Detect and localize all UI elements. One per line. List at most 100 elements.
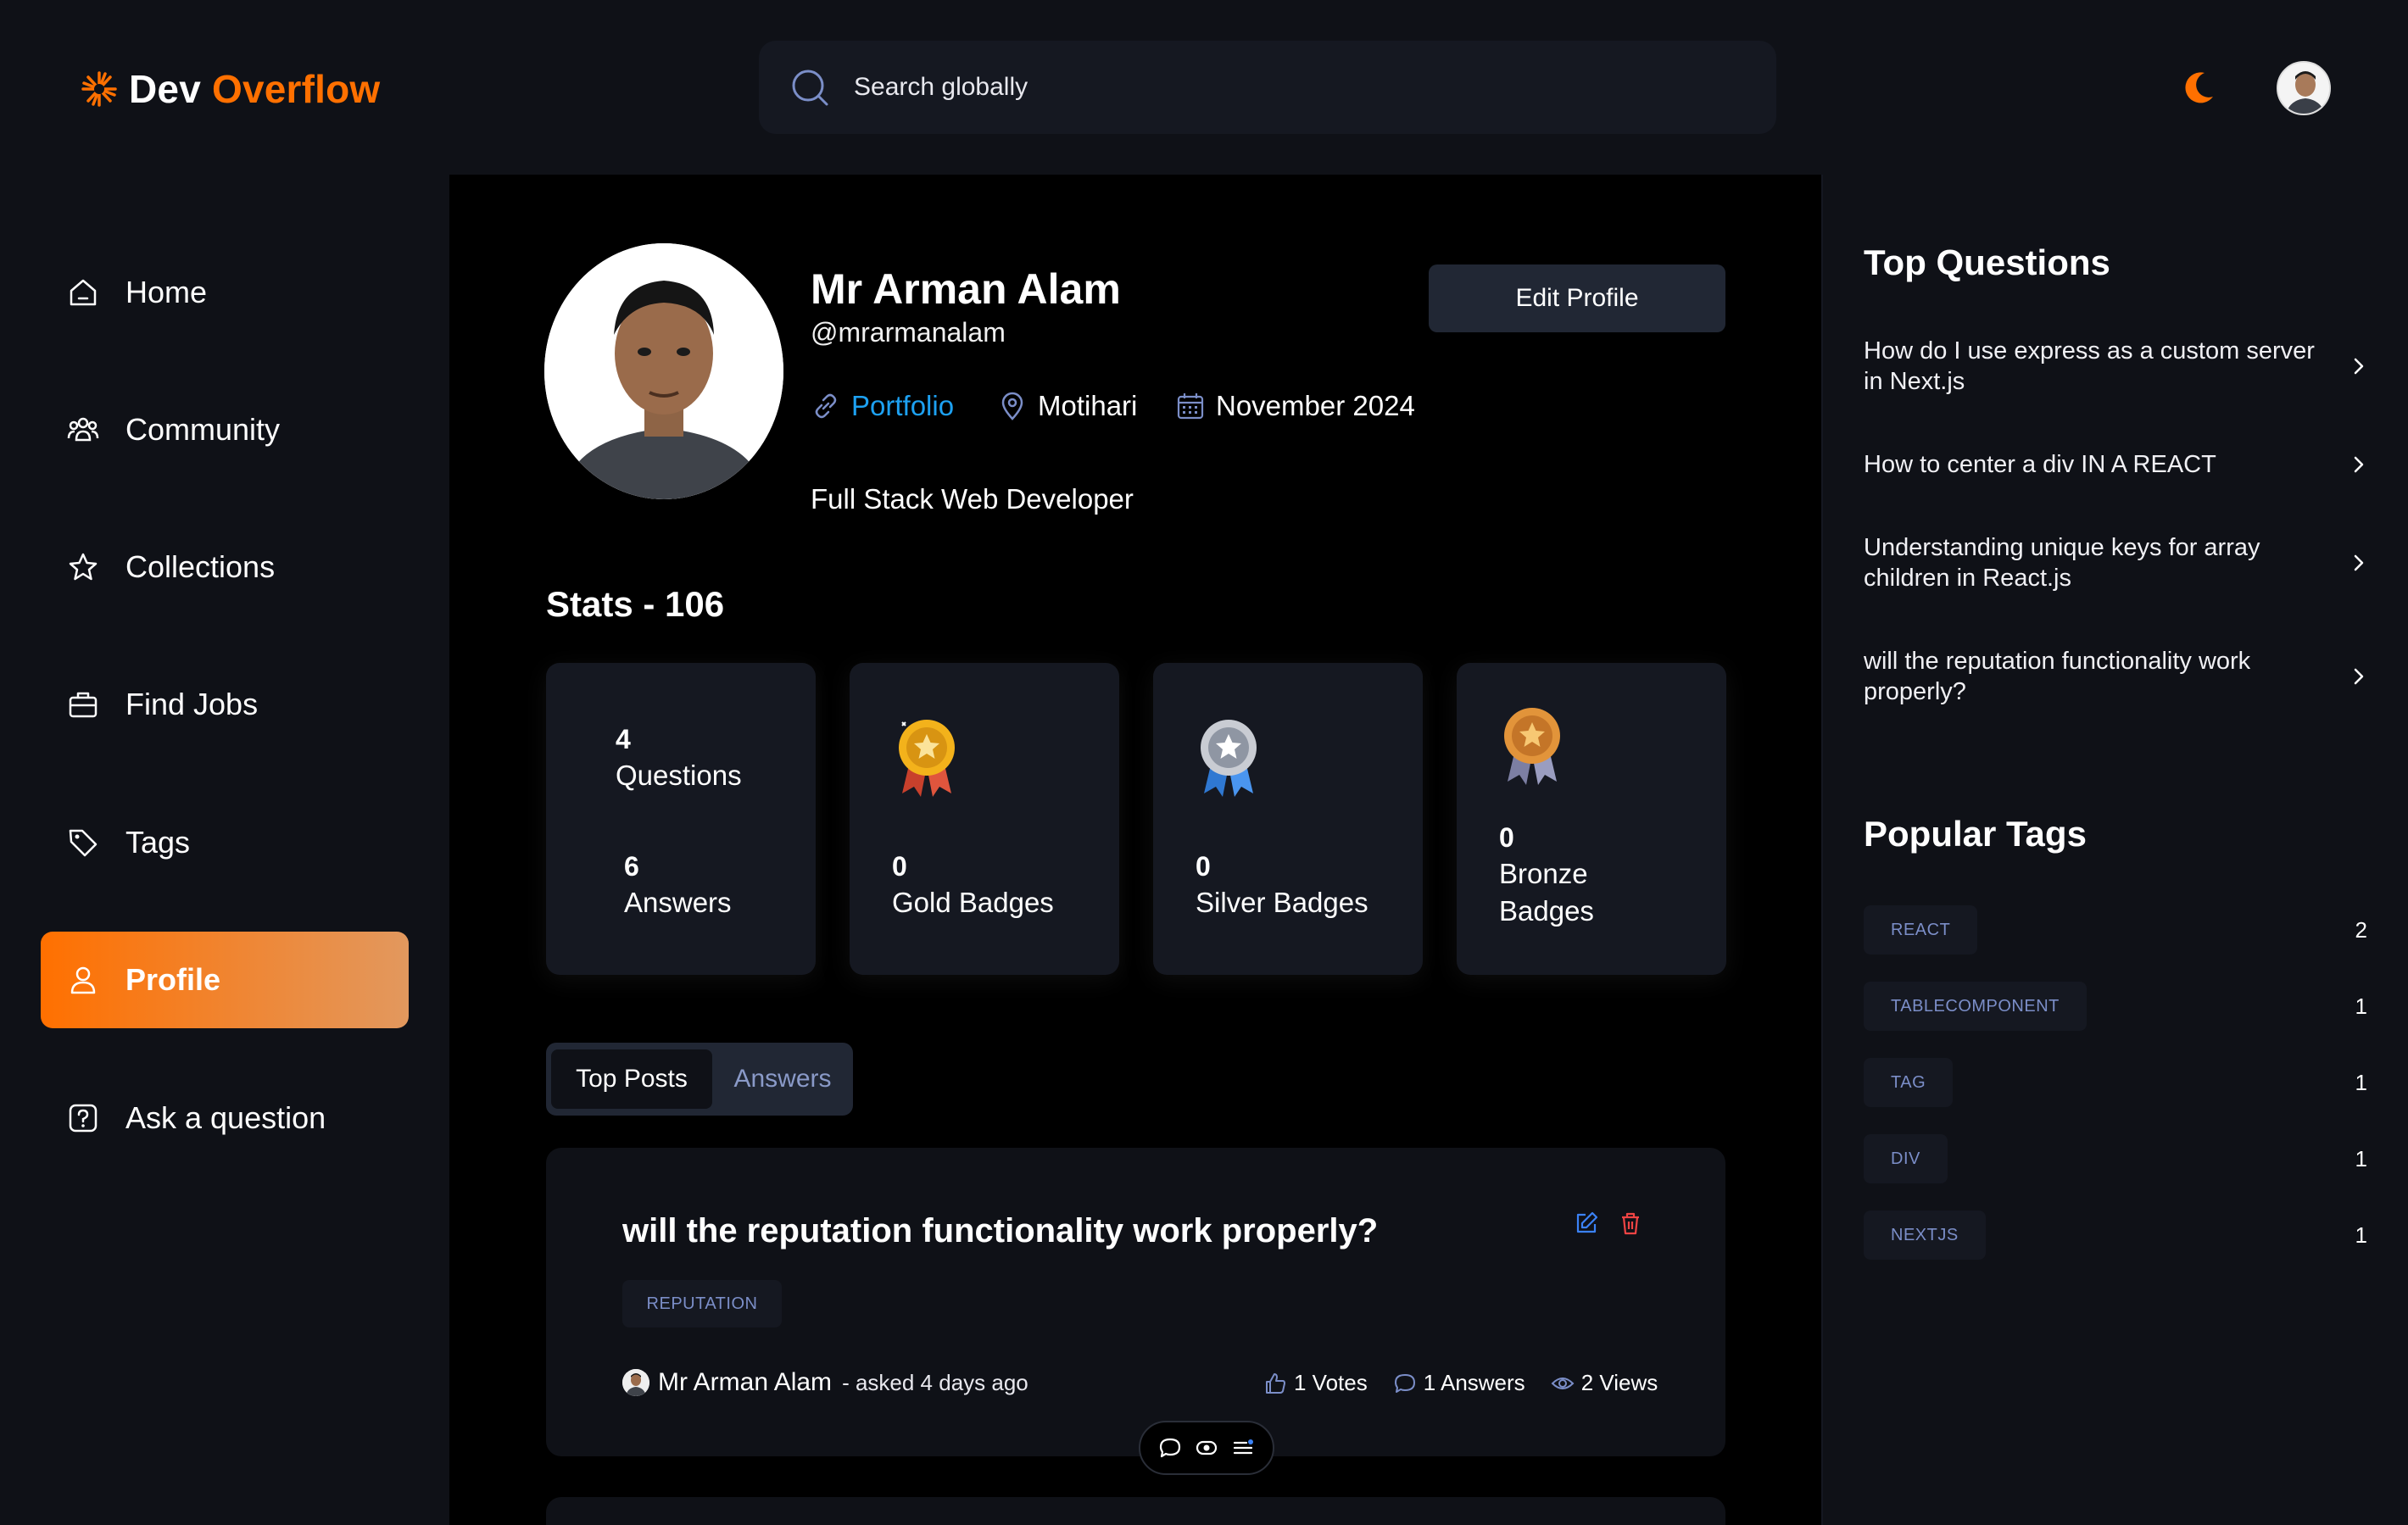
- user-avatar[interactable]: [2277, 61, 2331, 115]
- asked-time: - asked 4 days ago: [842, 1369, 1028, 1395]
- sidebar-item-collections[interactable]: Collections: [41, 519, 409, 615]
- question-card-partial[interactable]: [546, 1497, 1725, 1525]
- question-actions: [1574, 1211, 1643, 1236]
- question-title[interactable]: will the reputation functionality work p…: [622, 1212, 1378, 1250]
- joined-date: November 2024: [1175, 390, 1415, 422]
- answers-count: 6: [624, 851, 639, 882]
- thumbs-up-icon: [1266, 1372, 1285, 1394]
- sidebar-item-home[interactable]: Home: [41, 244, 409, 341]
- votes-text: 1 Votes: [1294, 1370, 1368, 1395]
- profile-main: Mr Arman Alam @mrarmanalam Edit Profile …: [449, 175, 1821, 1525]
- tab-answers[interactable]: Answers: [712, 1049, 853, 1109]
- sidebar-item-ask-question[interactable]: Ask a question: [41, 1070, 409, 1166]
- profile-tabs: Top Posts Answers: [546, 1043, 853, 1116]
- popular-tag-row[interactable]: DIV 1: [1864, 1134, 2372, 1183]
- message-icon: [1394, 1373, 1415, 1393]
- views-metric: 2 Views: [1551, 1370, 1658, 1396]
- joined-date-text: November 2024: [1216, 390, 1415, 421]
- portfolio-label: Portfolio: [851, 390, 955, 421]
- profile-bio: Full Stack Web Developer: [811, 483, 1134, 515]
- sidebar-item-label: Tags: [125, 825, 191, 860]
- user-avatar-image: [2278, 63, 2329, 114]
- top-question-item[interactable]: How do I use express as a custom server …: [1864, 336, 2372, 397]
- popular-tag[interactable]: REACT: [1864, 905, 1978, 955]
- home-icon: [70, 279, 97, 306]
- popular-tag-count: 1: [2355, 1145, 2367, 1172]
- edit-icon[interactable]: [1574, 1211, 1599, 1236]
- top-question-item[interactable]: Understanding unique keys for array chil…: [1864, 532, 2372, 593]
- tab-top-posts[interactable]: Top Posts: [551, 1049, 712, 1109]
- questions-answers-card: 4 Questions 6 Answers: [546, 663, 816, 975]
- answers-text: 1 Answers: [1423, 1370, 1525, 1395]
- floating-toolbar: [1139, 1421, 1274, 1475]
- moon-icon[interactable]: [2179, 68, 2218, 107]
- chevron-right-icon: [2354, 358, 2364, 375]
- question-card[interactable]: will the reputation functionality work p…: [546, 1148, 1725, 1456]
- popular-tag-count: 2: [2355, 916, 2367, 943]
- sidebar-item-label: Ask a question: [125, 1100, 326, 1135]
- portfolio-link[interactable]: Portfolio: [811, 390, 954, 422]
- user-icon: [70, 966, 96, 994]
- link-icon: [815, 393, 837, 419]
- chevron-right-icon: [2354, 668, 2364, 685]
- popular-tag-row[interactable]: TABLECOMPONENT 1: [1864, 982, 2372, 1031]
- sidebar-item-label: Find Jobs: [125, 687, 259, 721]
- profile-username: @mrarmanalam: [811, 317, 1006, 348]
- popular-tag-row[interactable]: REACT 2: [1864, 905, 2372, 955]
- sidebar-item-community[interactable]: Community: [41, 381, 409, 478]
- sidebar-item-label: Home: [125, 275, 208, 309]
- search-icon: [792, 70, 828, 106]
- logo-sun-icon: [81, 71, 117, 107]
- left-sidebar: Home Community Collections Find Jobs Tag…: [0, 175, 449, 1525]
- community-icon: [67, 417, 99, 442]
- silver-count: 0: [1196, 851, 1211, 882]
- question-tag[interactable]: REPUTATION: [622, 1280, 782, 1327]
- calendar-icon: [1177, 393, 1204, 420]
- questions-count: 4: [616, 724, 631, 754]
- popular-tags-title: Popular Tags: [1864, 814, 2087, 854]
- top-question-item[interactable]: How to center a div IN A REACT: [1864, 449, 2372, 480]
- silver-medal-icon: [1201, 720, 1257, 797]
- logo-text-accent: Overflow: [211, 67, 381, 111]
- sidebar-item-profile[interactable]: Profile: [41, 932, 409, 1028]
- top-question-text: How to center a div IN A REACT: [1864, 451, 2216, 478]
- popular-tag[interactable]: NEXTJS: [1864, 1211, 1986, 1260]
- gold-label: Gold Badges: [892, 887, 1054, 918]
- top-question-text: Understanding unique keys for array chil…: [1864, 534, 2260, 592]
- location: Motihari: [997, 390, 1137, 422]
- answers-label: Answers: [624, 887, 732, 918]
- briefcase-icon: [69, 692, 98, 718]
- comment-icon[interactable]: [1158, 1436, 1182, 1460]
- tag-icon: [69, 829, 98, 857]
- question-author[interactable]: Mr Arman Alam - asked 4 days ago: [622, 1368, 1028, 1397]
- bronze-label-line-1: Bronze: [1499, 858, 1588, 889]
- answers-metric: 1 Answers: [1393, 1370, 1525, 1396]
- location-text: Motihari: [1038, 390, 1138, 421]
- gold-count: 0: [892, 851, 907, 882]
- popular-tag-count: 1: [2355, 1069, 2367, 1095]
- popular-tag[interactable]: DIV: [1864, 1134, 1948, 1183]
- eye-toggle-icon[interactable]: [1195, 1436, 1218, 1460]
- top-question-item[interactable]: will the reputation functionality work p…: [1864, 646, 2372, 707]
- votes-metric: 1 Votes: [1263, 1370, 1368, 1396]
- sidebar-item-tags[interactable]: Tags: [41, 794, 409, 891]
- sidebar-item-find-jobs[interactable]: Find Jobs: [41, 656, 409, 753]
- stats-title: Stats - 106: [546, 584, 725, 624]
- gold-medal-icon: [899, 720, 955, 797]
- search-input[interactable]: [854, 73, 1702, 102]
- eye-icon: [1551, 1377, 1575, 1389]
- popular-tag[interactable]: TAG: [1864, 1058, 1954, 1107]
- chevron-right-icon: [2354, 554, 2364, 571]
- bronze-count: 0: [1499, 822, 1514, 853]
- list-icon[interactable]: [1231, 1436, 1255, 1460]
- top-question-text: will the reputation functionality work p…: [1864, 648, 2251, 705]
- popular-tag-row[interactable]: TAG 1: [1864, 1058, 2372, 1107]
- star-icon: [69, 553, 98, 581]
- logo[interactable]: Dev Overflow: [78, 66, 380, 112]
- popular-tag-count: 1: [2355, 993, 2367, 1019]
- global-search[interactable]: [759, 41, 1776, 134]
- trash-icon[interactable]: [1618, 1211, 1643, 1236]
- edit-profile-button[interactable]: Edit Profile: [1429, 264, 1725, 332]
- popular-tag-row[interactable]: NEXTJS 1: [1864, 1211, 2372, 1260]
- popular-tag[interactable]: TABLECOMPONENT: [1864, 982, 2087, 1031]
